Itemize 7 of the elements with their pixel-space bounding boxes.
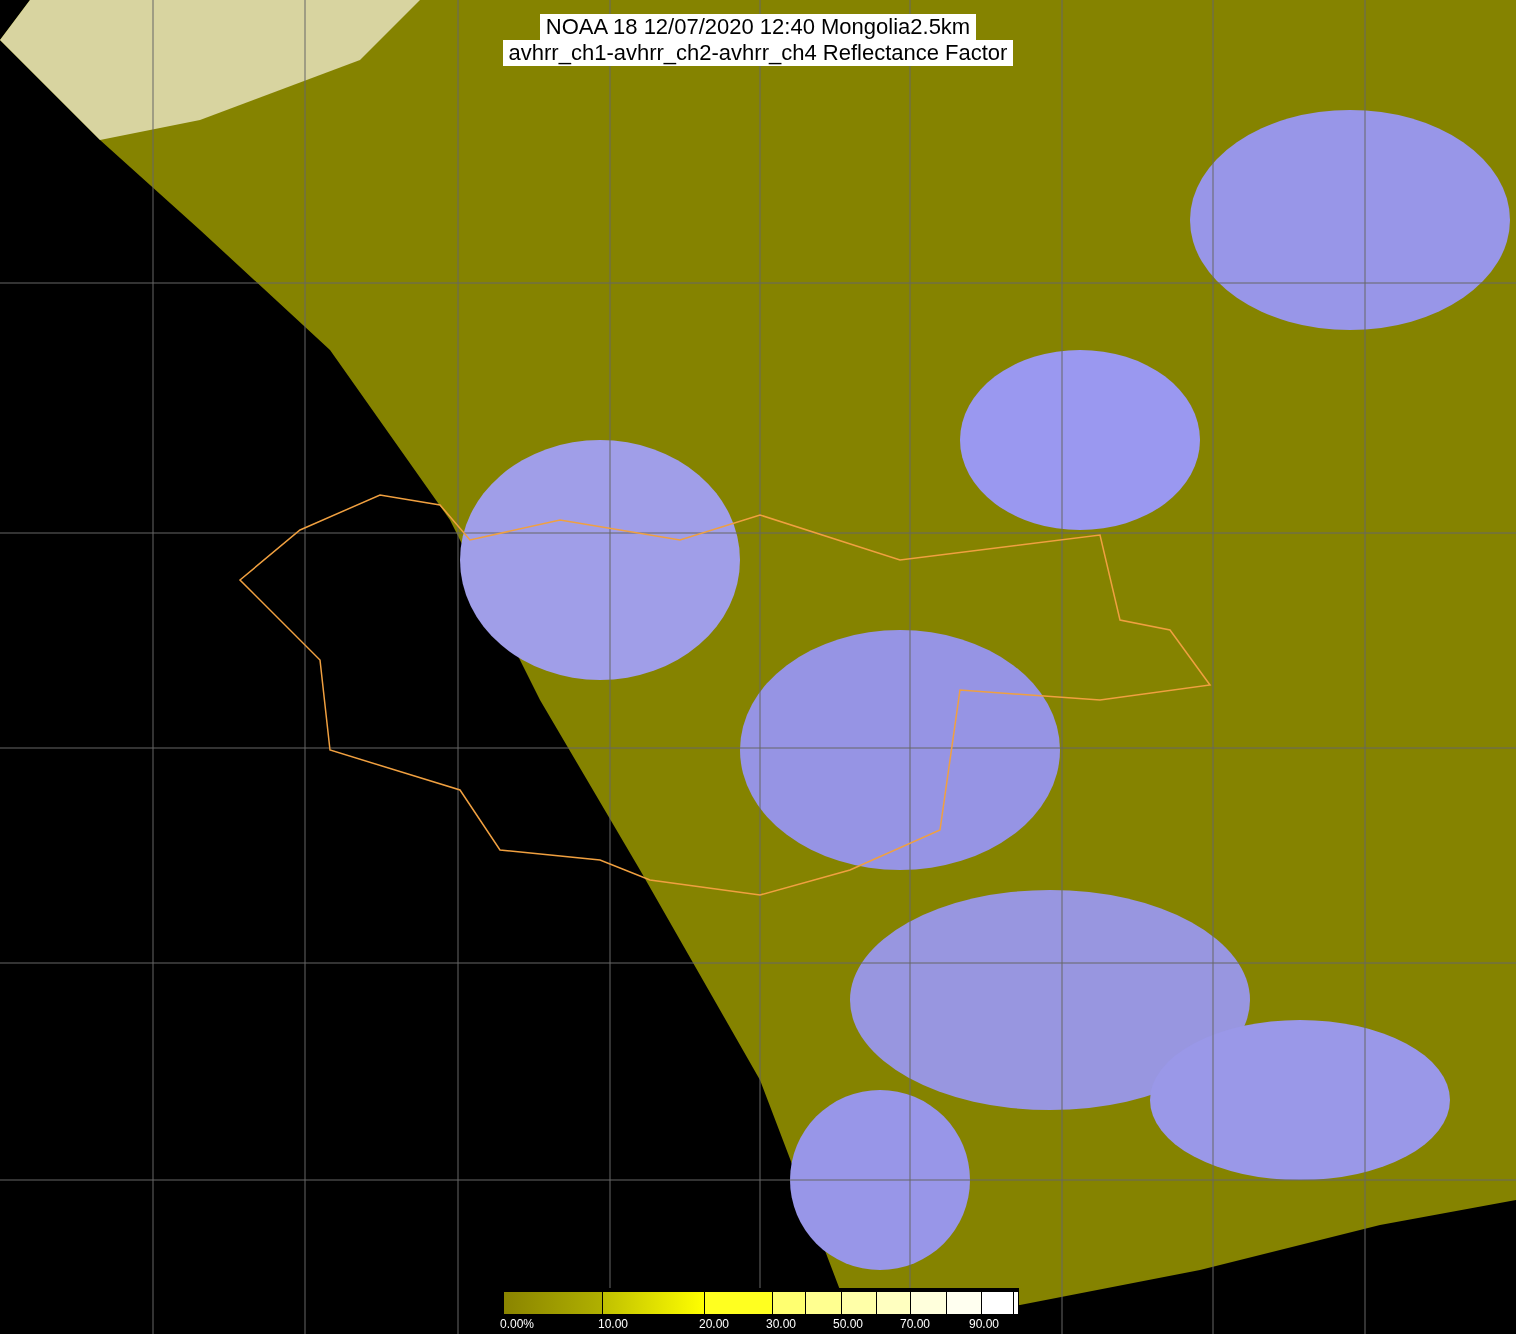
colorbar-label: 30.00	[766, 1317, 797, 1331]
colorbar-label: 0.00%	[500, 1317, 535, 1331]
colorbar-label: 90.00	[969, 1317, 1000, 1331]
colorbar-label: 70.00	[900, 1317, 931, 1331]
colorbar-label: 10.00	[598, 1317, 629, 1331]
colorbar-label: 20.00	[699, 1317, 730, 1331]
colorbar-label: 50.00	[833, 1317, 864, 1331]
